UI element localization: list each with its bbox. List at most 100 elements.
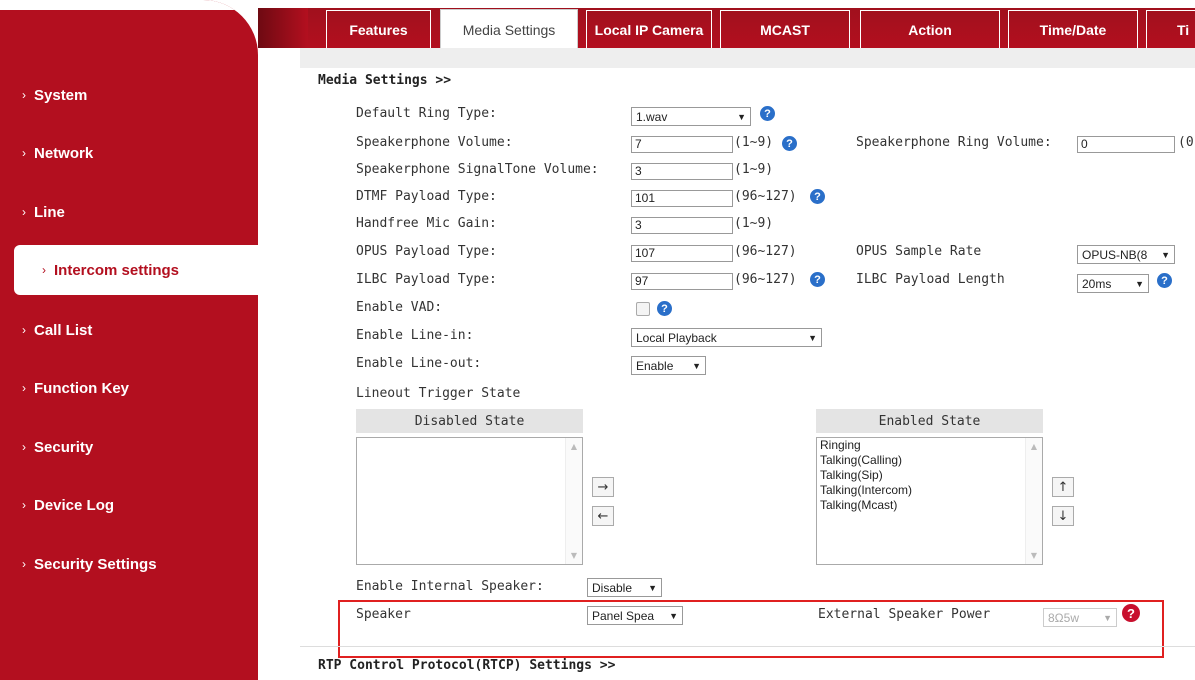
tab-action[interactable]: Action — [860, 10, 1000, 48]
opus-sample-rate-select[interactable]: OPUS-NB(8 ▼ — [1077, 245, 1175, 264]
tab-local-ip-camera[interactable]: Local IP Camera — [586, 10, 712, 48]
list-item[interactable]: Ringing — [817, 438, 1042, 453]
sidebar-item-security[interactable]: › Security — [0, 427, 258, 467]
default-ring-type-select[interactable]: 1.wav ▼ — [631, 107, 751, 126]
speakerphone-ring-volume-input[interactable]: 0 — [1077, 136, 1175, 153]
list-item[interactable]: Talking(Mcast) — [817, 498, 1042, 513]
section-title: Media Settings >> — [318, 73, 452, 88]
warning-icon[interactable]: ? — [1122, 604, 1140, 622]
default-ring-type-value: 1.wav — [636, 109, 668, 124]
move-left-button[interactable]: ← — [592, 506, 614, 526]
chevron-right-icon: › — [22, 205, 26, 219]
list-item[interactable]: Talking(Intercom) — [817, 483, 1042, 498]
enable-internal-speaker-select[interactable]: Disable ▼ — [587, 578, 662, 597]
speakerphone-volume-input[interactable]: 7 — [631, 136, 733, 153]
help-icon[interactable]: ? — [782, 136, 797, 151]
dtmf-payload-range: (96~127) — [734, 189, 797, 204]
scroll-up-icon[interactable]: ▲ — [566, 442, 582, 451]
sidebar-item-security-settings[interactable]: › Security Settings — [0, 544, 258, 584]
dtmf-payload-input[interactable]: 101 — [631, 190, 733, 207]
sidebar-item-label: Network — [34, 144, 94, 162]
chevron-right-icon: › — [22, 146, 26, 160]
chevron-right-icon: › — [22, 88, 26, 102]
help-icon[interactable]: ? — [657, 301, 672, 316]
sidebar-item-device-log[interactable]: › Device Log — [0, 485, 258, 525]
chevron-down-icon: ▼ — [808, 332, 817, 343]
tab-more[interactable]: Ti — [1146, 10, 1195, 48]
list-item[interactable]: Talking(Calling) — [817, 453, 1042, 468]
lineout-trigger-state-label: Lineout Trigger State — [356, 386, 521, 401]
move-down-button[interactable]: ↓ — [1052, 506, 1074, 526]
signaltone-volume-input[interactable]: 3 — [631, 163, 733, 180]
enable-line-out-select[interactable]: Enable ▼ — [631, 356, 706, 375]
help-icon[interactable]: ? — [1157, 273, 1172, 288]
scrollbar[interactable]: ▲ ▼ — [1025, 438, 1042, 564]
help-icon[interactable]: ? — [810, 272, 825, 287]
signaltone-volume-label: Speakerphone SignalTone Volume: — [356, 162, 599, 177]
chevron-down-icon: ▼ — [692, 360, 701, 371]
enable-vad-checkbox[interactable] — [636, 302, 650, 316]
ilbc-payload-length-select[interactable]: 20ms ▼ — [1077, 274, 1149, 293]
external-speaker-power-select[interactable]: 8Ω5w ▼ — [1043, 608, 1117, 627]
sidebar-item-label: Device Log — [34, 496, 115, 514]
sidebar-item-label: Call List — [34, 321, 93, 339]
move-right-button[interactable]: → — [592, 477, 614, 497]
chevron-down-icon: ▼ — [648, 582, 657, 593]
sidebar-item-line[interactable]: › Line — [0, 192, 258, 232]
help-icon[interactable]: ? — [810, 189, 825, 204]
sidebar-item-network[interactable]: › Network — [0, 133, 258, 173]
dtmf-payload-label: DTMF Payload Type: — [356, 189, 497, 204]
speakerphone-ring-volume-range: (0 — [1178, 135, 1194, 150]
default-ring-type-label: Default Ring Type: — [356, 106, 497, 121]
sidebar: › System › Network › Line › Intercom setting… — [0, 0, 258, 680]
chevron-down-icon: ▼ — [669, 610, 678, 621]
chevron-down-icon: ▼ — [1161, 249, 1170, 260]
enabled-state-header: Enabled State — [816, 409, 1043, 433]
handfree-mic-gain-input[interactable]: 3 — [631, 217, 733, 234]
sidebar-item-intercom-settings[interactable]: › Intercom settings — [14, 245, 258, 295]
tab-mcast[interactable]: MCAST — [720, 10, 850, 48]
speakerphone-volume-range: (1~9) — [734, 135, 774, 150]
opus-payload-range: (96~127) — [734, 244, 797, 259]
handfree-mic-gain-range: (1~9) — [734, 216, 774, 231]
disabled-state-header: Disabled State — [356, 409, 583, 433]
sidebar-item-label: System — [34, 86, 88, 104]
ilbc-payload-length-label: ILBC Payload Length — [856, 272, 1005, 287]
chevron-right-icon: › — [22, 557, 26, 571]
sidebar-item-label: Intercom settings — [54, 261, 180, 279]
help-icon[interactable]: ? — [760, 106, 775, 121]
enable-line-in-select[interactable]: Local Playback ▼ — [631, 328, 822, 347]
enabled-state-list[interactable]: Ringing Talking(Calling) Talking(Sip) Ta… — [816, 437, 1043, 565]
sidebar-item-system[interactable]: › System — [0, 75, 258, 115]
scroll-down-icon[interactable]: ▼ — [566, 551, 582, 560]
move-up-button[interactable]: ↑ — [1052, 477, 1074, 497]
chevron-down-icon: ▼ — [1135, 278, 1144, 289]
chevron-right-icon: › — [22, 498, 26, 512]
tab-features[interactable]: Features — [326, 10, 431, 48]
sidebar-item-function-key[interactable]: › Function Key — [0, 368, 258, 408]
enable-internal-speaker-label: Enable Internal Speaker: — [356, 579, 544, 594]
ilbc-payload-input[interactable]: 97 — [631, 273, 733, 290]
speakerphone-volume-label: Speakerphone Volume: — [356, 135, 513, 150]
sidebar-item-call-list[interactable]: › Call List — [0, 310, 258, 350]
highlight-box — [338, 600, 1164, 658]
enable-vad-label: Enable VAD: — [356, 300, 443, 315]
sidebar-top-cap — [0, 0, 258, 10]
opus-sample-rate-label: OPUS Sample Rate — [856, 244, 982, 259]
speakerphone-ring-volume-label: Speakerphone Ring Volume: — [856, 135, 1052, 150]
disabled-state-list[interactable]: ▲ ▼ — [356, 437, 583, 565]
speaker-select[interactable]: Panel Spea ▼ — [587, 606, 683, 625]
chevron-right-icon: › — [22, 440, 26, 454]
external-speaker-power-value: 8Ω5w — [1048, 610, 1079, 625]
ilbc-payload-range: (96~127) — [734, 272, 797, 287]
scroll-up-icon[interactable]: ▲ — [1026, 442, 1042, 451]
tab-media-settings[interactable]: Media Settings — [440, 9, 578, 49]
rtcp-section-title: RTP Control Protocol(RTCP) Settings >> — [318, 658, 616, 673]
tab-time-date[interactable]: Time/Date — [1008, 10, 1138, 48]
speaker-value: Panel Spea — [592, 608, 655, 623]
list-item[interactable]: Talking(Sip) — [817, 468, 1042, 483]
enable-line-out-label: Enable Line-out: — [356, 356, 482, 371]
scrollbar[interactable]: ▲ ▼ — [565, 438, 582, 564]
scroll-down-icon[interactable]: ▼ — [1026, 551, 1042, 560]
opus-payload-input[interactable]: 107 — [631, 245, 733, 262]
